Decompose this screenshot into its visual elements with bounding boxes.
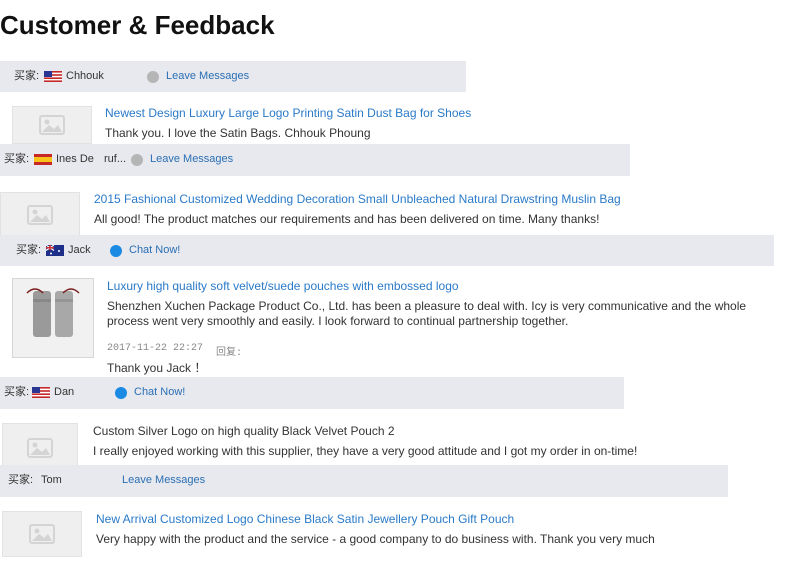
review-date: 2017-11-22 22:27 [107,343,204,354]
au-flag-icon [46,235,64,266]
product-link[interactable]: Luxury high quality soft velvet/suede po… [107,279,459,293]
velvet-pouch-image [13,279,93,357]
buyer-name: Jack [68,244,91,256]
product-link[interactable]: Newest Design Luxury Large Logo Printing… [105,106,471,120]
image-placeholder-icon [27,438,53,458]
buyer-label: 买家: [4,153,30,165]
page-title: Customer & Feedback [0,10,275,40]
reply-label: 回复: [216,348,243,359]
product-title[interactable]: Custom Silver Logo on high quality Black… [93,424,395,438]
product-link[interactable]: New Arrival Customized Logo Chinese Blac… [96,512,514,526]
buyer-name: Chhouk [66,70,104,82]
review-text: Shenzhen Xuchen Package Product Co., Ltd… [107,299,747,328]
review-text: Very happy with the product and the serv… [96,532,655,546]
buyer-name: Tom [41,474,62,486]
image-placeholder-icon [29,524,55,544]
chat-icon[interactable] [110,245,122,257]
product-thumbnail[interactable] [2,511,82,557]
us-flag-icon [44,61,62,92]
product-thumbnail[interactable] [0,192,80,238]
leave-message-icon[interactable] [147,71,159,83]
buyer-label: 买家: [16,244,42,256]
image-placeholder-icon [27,205,53,225]
buyer-label: 买家: [8,474,34,486]
review-text: All good! The product matches our requir… [94,212,600,226]
leave-messages-link[interactable]: Leave Messages [150,144,233,175]
leave-messages-link[interactable]: Leave Messages [166,61,249,92]
chat-now-link[interactable]: Chat Now! [134,377,185,408]
product-thumbnail[interactable] [12,106,92,144]
product-thumbnail[interactable] [12,278,94,358]
seller-reply-text: Thank you Jack ！ [107,361,207,375]
es-flag-icon [34,144,52,175]
buyer-name: Dan [54,386,75,398]
buyer-bar: 买家: Tom Leave Messages [0,465,728,497]
buyer-name: Ines De [56,153,94,165]
leave-messages-link[interactable]: Leave Messages [122,465,205,496]
buyer-label: 买家: [4,386,30,398]
us-flag-icon [32,377,50,408]
buyer-name-truncated: ruf... [104,153,127,165]
chat-icon[interactable] [115,387,127,399]
chat-now-link[interactable]: Chat Now! [129,235,180,266]
buyer-label: 买家: [14,70,40,82]
buyer-bar: 买家: Chhouk Leave Messages [0,61,466,92]
review-text: I really enjoyed working with this suppl… [93,444,638,458]
buyer-bar: 买家: Jack Chat Now! [0,235,774,266]
leave-message-icon[interactable] [131,154,143,166]
review-text: Thank you. I love the Satin Bags. Chhouk… [105,126,371,140]
product-link[interactable]: 2015 Fashional Customized Wedding Decora… [94,192,621,206]
buyer-bar: 买家: Dan Chat Now! [0,377,624,409]
image-placeholder-icon [39,115,65,135]
buyer-bar: 买家: Ines De ruf... Leave Messages [0,144,630,176]
